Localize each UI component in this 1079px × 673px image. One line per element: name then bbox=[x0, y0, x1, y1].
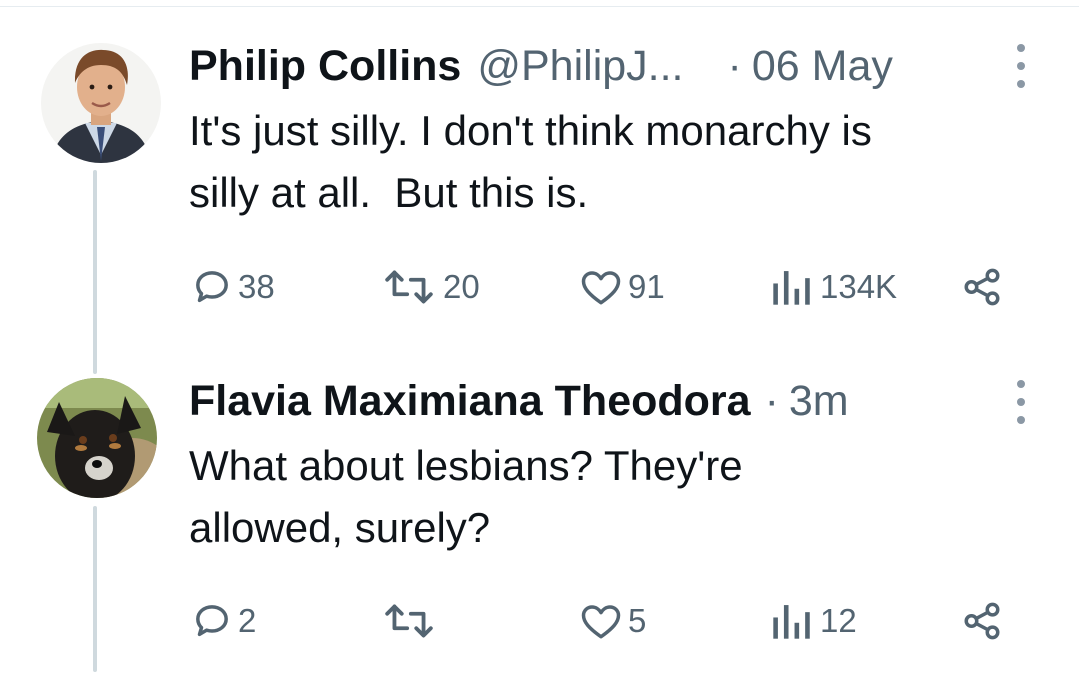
retweet-button[interactable] bbox=[381, 596, 443, 646]
reply-icon bbox=[196, 271, 228, 303]
action-bar: 2 5 12 bbox=[0, 596, 1079, 646]
like-count: 5 bbox=[628, 602, 647, 639]
action-bar: 38 20 91 134K bbox=[0, 262, 1079, 312]
tweet-text: It's just silly. I don't think monarchy … bbox=[189, 107, 872, 216]
thread-line bbox=[93, 506, 97, 672]
tweet-header: Flavia Maximiana Theodora · 3m bbox=[189, 373, 849, 429]
like-button[interactable]: 91 bbox=[580, 262, 665, 312]
share-icon bbox=[964, 602, 1000, 640]
retweet-count: 20 bbox=[443, 268, 480, 305]
tweet-header: Philip Collins @PhilipJ... · 06 May bbox=[189, 38, 893, 94]
timestamp[interactable]: 3m bbox=[789, 377, 849, 426]
reply-button[interactable]: 2 bbox=[192, 596, 256, 646]
retweet-icon bbox=[385, 270, 433, 304]
reply-count: 2 bbox=[238, 602, 257, 639]
more-icon[interactable] bbox=[1011, 44, 1031, 88]
like-icon bbox=[581, 271, 621, 305]
separator-dot: · bbox=[727, 41, 742, 90]
views-count: 12 bbox=[820, 602, 857, 639]
views-count: 134K bbox=[820, 268, 898, 305]
retweet-icon bbox=[385, 604, 433, 638]
divider bbox=[0, 6, 1079, 7]
like-icon bbox=[581, 605, 621, 639]
share-icon bbox=[964, 268, 1000, 306]
tweet-text: What about lesbians? They're allowed, su… bbox=[189, 442, 743, 551]
like-count: 91 bbox=[628, 268, 665, 305]
views-icon bbox=[773, 271, 810, 305]
separator-dot: · bbox=[764, 376, 779, 425]
reply-button[interactable]: 38 bbox=[192, 262, 275, 312]
share-button[interactable] bbox=[961, 262, 1003, 312]
share-button[interactable] bbox=[961, 596, 1003, 646]
timestamp[interactable]: 06 May bbox=[752, 42, 893, 91]
like-button[interactable]: 5 bbox=[580, 596, 646, 646]
views-icon bbox=[773, 605, 810, 639]
author-name[interactable]: Philip Collins bbox=[189, 42, 461, 91]
reply-count: 38 bbox=[238, 268, 275, 305]
person-photo-avatar bbox=[41, 43, 161, 163]
author-name[interactable]: Flavia Maximiana Theodora bbox=[189, 377, 751, 426]
author-handle[interactable]: @PhilipJ... bbox=[477, 42, 683, 91]
avatar[interactable] bbox=[41, 43, 161, 163]
avatar[interactable] bbox=[37, 378, 157, 498]
views-button[interactable]: 12 bbox=[768, 596, 857, 646]
views-button[interactable]: 134K bbox=[768, 262, 897, 312]
retweet-button[interactable]: 20 bbox=[381, 262, 480, 312]
dog-photo-avatar bbox=[37, 378, 157, 498]
more-icon[interactable] bbox=[1011, 380, 1031, 424]
reply-icon bbox=[196, 605, 228, 637]
